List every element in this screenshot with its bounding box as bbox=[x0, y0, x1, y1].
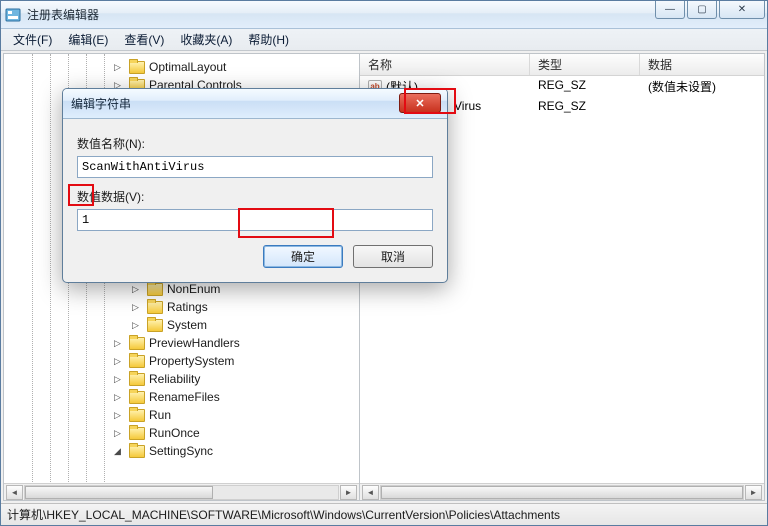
close-button[interactable]: ✕ bbox=[719, 1, 765, 19]
maximize-button[interactable]: ▢ bbox=[687, 1, 717, 19]
folder-icon bbox=[129, 61, 145, 74]
expander-icon[interactable]: ▷ bbox=[112, 392, 123, 403]
tree-item[interactable]: ▷PropertySystem bbox=[12, 352, 359, 370]
menu-edit[interactable]: 编辑(E) bbox=[60, 29, 116, 50]
tree-item[interactable]: ▷PreviewHandlers bbox=[12, 334, 359, 352]
col-type[interactable]: 类型 bbox=[530, 54, 640, 75]
tree-item[interactable]: ▷Reliability bbox=[12, 370, 359, 388]
expander-icon[interactable]: ▷ bbox=[112, 428, 123, 439]
expander-icon[interactable]: ▷ bbox=[112, 338, 123, 349]
scroll-right-button[interactable]: ► bbox=[745, 485, 762, 500]
expander-icon[interactable]: ◢ bbox=[112, 446, 123, 457]
expander-icon[interactable]: ▷ bbox=[130, 302, 141, 313]
tree-item[interactable]: ◢SettingSync bbox=[12, 442, 359, 460]
folder-icon bbox=[129, 373, 145, 386]
expander-icon[interactable]: ▷ bbox=[112, 410, 123, 421]
dialog-close-button[interactable]: ✕ bbox=[399, 93, 441, 113]
folder-icon bbox=[129, 427, 145, 440]
dialog-title: 编辑字符串 bbox=[71, 95, 131, 112]
folder-icon bbox=[147, 319, 163, 332]
expander-icon[interactable]: ▷ bbox=[130, 320, 141, 331]
col-name[interactable]: 名称 bbox=[360, 54, 530, 75]
expander-icon[interactable]: ▷ bbox=[112, 356, 123, 367]
tree-item[interactable]: ▷Ratings bbox=[12, 298, 359, 316]
tree-item[interactable]: ▷Run bbox=[12, 406, 359, 424]
tree-hscroll[interactable]: ◄ ► bbox=[4, 483, 359, 500]
titlebar[interactable]: 注册表编辑器 — ▢ ✕ bbox=[1, 1, 767, 29]
folder-icon bbox=[129, 391, 145, 404]
folder-icon bbox=[129, 355, 145, 368]
scroll-left-button[interactable]: ◄ bbox=[362, 485, 379, 500]
expander-icon[interactable]: ▷ bbox=[112, 62, 123, 73]
menu-file[interactable]: 文件(F) bbox=[5, 29, 60, 50]
tree-item[interactable]: ▷RenameFiles bbox=[12, 388, 359, 406]
app-icon bbox=[5, 7, 21, 23]
tree-item[interactable]: ▷OptimalLayout bbox=[12, 58, 359, 76]
list-header[interactable]: 名称 类型 数据 bbox=[360, 54, 764, 76]
expander-icon[interactable]: ▷ bbox=[112, 374, 123, 385]
window-title: 注册表编辑器 bbox=[27, 6, 99, 23]
cancel-button[interactable]: 取消 bbox=[353, 245, 433, 268]
col-data[interactable]: 数据 bbox=[640, 54, 764, 75]
expander-icon[interactable]: ▷ bbox=[130, 284, 141, 295]
value-name-input[interactable] bbox=[77, 156, 433, 178]
statusbar-path: 计算机\HKEY_LOCAL_MACHINE\SOFTWARE\Microsof… bbox=[7, 506, 560, 523]
menu-favorites[interactable]: 收藏夹(A) bbox=[172, 29, 240, 50]
folder-icon bbox=[147, 301, 163, 314]
menubar: 文件(F) 编辑(E) 查看(V) 收藏夹(A) 帮助(H) bbox=[1, 29, 767, 51]
ok-button[interactable]: 确定 bbox=[263, 245, 343, 268]
statusbar: 计算机\HKEY_LOCAL_MACHINE\SOFTWARE\Microsof… bbox=[1, 503, 767, 525]
tree-item[interactable]: ▷RunOnce bbox=[12, 424, 359, 442]
list-hscroll[interactable]: ◄ ► bbox=[360, 483, 764, 500]
scroll-left-button[interactable]: ◄ bbox=[6, 485, 23, 500]
name-label: 数值名称(N): bbox=[77, 135, 433, 152]
folder-icon bbox=[129, 409, 145, 422]
folder-icon bbox=[129, 337, 145, 350]
tree-item[interactable]: ▷System bbox=[12, 316, 359, 334]
folder-icon bbox=[147, 283, 163, 296]
data-label: 数值数据(V): bbox=[77, 188, 433, 205]
dialog-titlebar[interactable]: 编辑字符串 ✕ bbox=[63, 89, 447, 119]
scroll-right-button[interactable]: ► bbox=[340, 485, 357, 500]
edit-string-dialog: 编辑字符串 ✕ 数值名称(N): 数值数据(V): 确定 取消 bbox=[62, 88, 448, 283]
menu-view[interactable]: 查看(V) bbox=[116, 29, 172, 50]
menu-help[interactable]: 帮助(H) bbox=[240, 29, 297, 50]
minimize-button[interactable]: — bbox=[655, 1, 685, 19]
folder-icon bbox=[129, 445, 145, 458]
value-data-input[interactable] bbox=[77, 209, 433, 231]
